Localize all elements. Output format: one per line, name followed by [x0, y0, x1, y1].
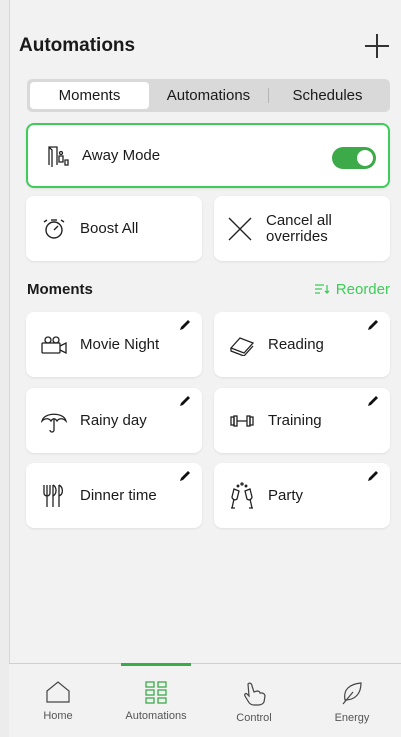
- boost-all-button[interactable]: Boost All: [26, 196, 202, 261]
- nav-label: Control: [236, 712, 272, 724]
- grid-icon: [145, 681, 167, 704]
- away-mode-icon: [40, 140, 72, 172]
- edit-pencil-icon[interactable]: [178, 318, 192, 332]
- dumbbell-icon: [226, 405, 258, 437]
- movie-camera-icon: [38, 329, 70, 361]
- stopwatch-icon: [38, 213, 70, 245]
- moment-label: Movie Night: [80, 336, 160, 353]
- close-icon: [224, 213, 256, 245]
- reorder-label: Reorder: [335, 280, 390, 298]
- edit-pencil-icon[interactable]: [178, 394, 192, 408]
- moment-card-movie-night[interactable]: Movie Night: [26, 312, 202, 377]
- moment-card-training[interactable]: Training: [214, 388, 390, 453]
- reorder-button[interactable]: Reorder: [314, 281, 390, 298]
- edit-pencil-icon[interactable]: [366, 318, 380, 332]
- boost-all-label: Boost All: [80, 220, 139, 237]
- home-icon: [46, 681, 70, 703]
- hand-icon: [244, 682, 266, 706]
- umbrella-icon: [38, 405, 70, 437]
- nav-energy[interactable]: Energy: [303, 664, 401, 737]
- plus-icon[interactable]: [365, 34, 389, 58]
- moment-label: Dinner time: [80, 487, 157, 504]
- toggle-knob: [357, 150, 373, 166]
- nav-automations[interactable]: Automations: [107, 663, 205, 737]
- nav-label: Automations: [125, 710, 187, 722]
- cancel-overrides-label: Cancel all overrides: [266, 211, 332, 245]
- away-mode-card[interactable]: Away Mode: [26, 123, 390, 188]
- edit-pencil-icon[interactable]: [366, 394, 380, 408]
- away-mode-toggle[interactable]: [332, 147, 376, 169]
- leaf-icon: [342, 682, 362, 705]
- moment-card-rainy-day[interactable]: Rainy day: [26, 388, 202, 453]
- moment-label: Rainy day: [80, 412, 147, 429]
- book-icon: [226, 329, 258, 361]
- moments-section-header: Moments Reorder: [27, 280, 390, 298]
- nav-label: Home: [43, 710, 73, 722]
- segmented-tabs: Moments Automations Schedules: [27, 79, 390, 112]
- away-mode-label: Away Mode: [82, 147, 161, 164]
- moments-section-title: Moments: [27, 280, 93, 298]
- nav-label: Energy: [334, 712, 370, 724]
- champagne-icon: [226, 480, 258, 512]
- header: Automations: [19, 34, 389, 58]
- moment-label: Reading: [268, 336, 324, 353]
- moment-label: Party: [268, 487, 304, 504]
- moment-card-dinner-time[interactable]: Dinner time: [26, 463, 202, 528]
- moment-label: Training: [268, 412, 322, 429]
- nav-home[interactable]: Home: [9, 664, 107, 737]
- nav-control[interactable]: Control: [205, 664, 303, 737]
- cutlery-icon: [38, 480, 70, 512]
- edit-pencil-icon[interactable]: [178, 469, 192, 483]
- tab-schedules[interactable]: Schedules: [268, 82, 387, 109]
- cancel-overrides-button[interactable]: Cancel all overrides: [214, 196, 390, 261]
- tab-moments[interactable]: Moments: [30, 82, 149, 109]
- bottom-nav: Home Automations Control Energy: [9, 663, 401, 737]
- page-title: Automations: [19, 35, 136, 56]
- reorder-icon: [314, 284, 330, 294]
- moment-card-reading[interactable]: Reading: [214, 312, 390, 377]
- tab-automations[interactable]: Automations: [149, 82, 268, 109]
- edit-pencil-icon[interactable]: [366, 469, 380, 483]
- moment-card-party[interactable]: Party: [214, 463, 390, 528]
